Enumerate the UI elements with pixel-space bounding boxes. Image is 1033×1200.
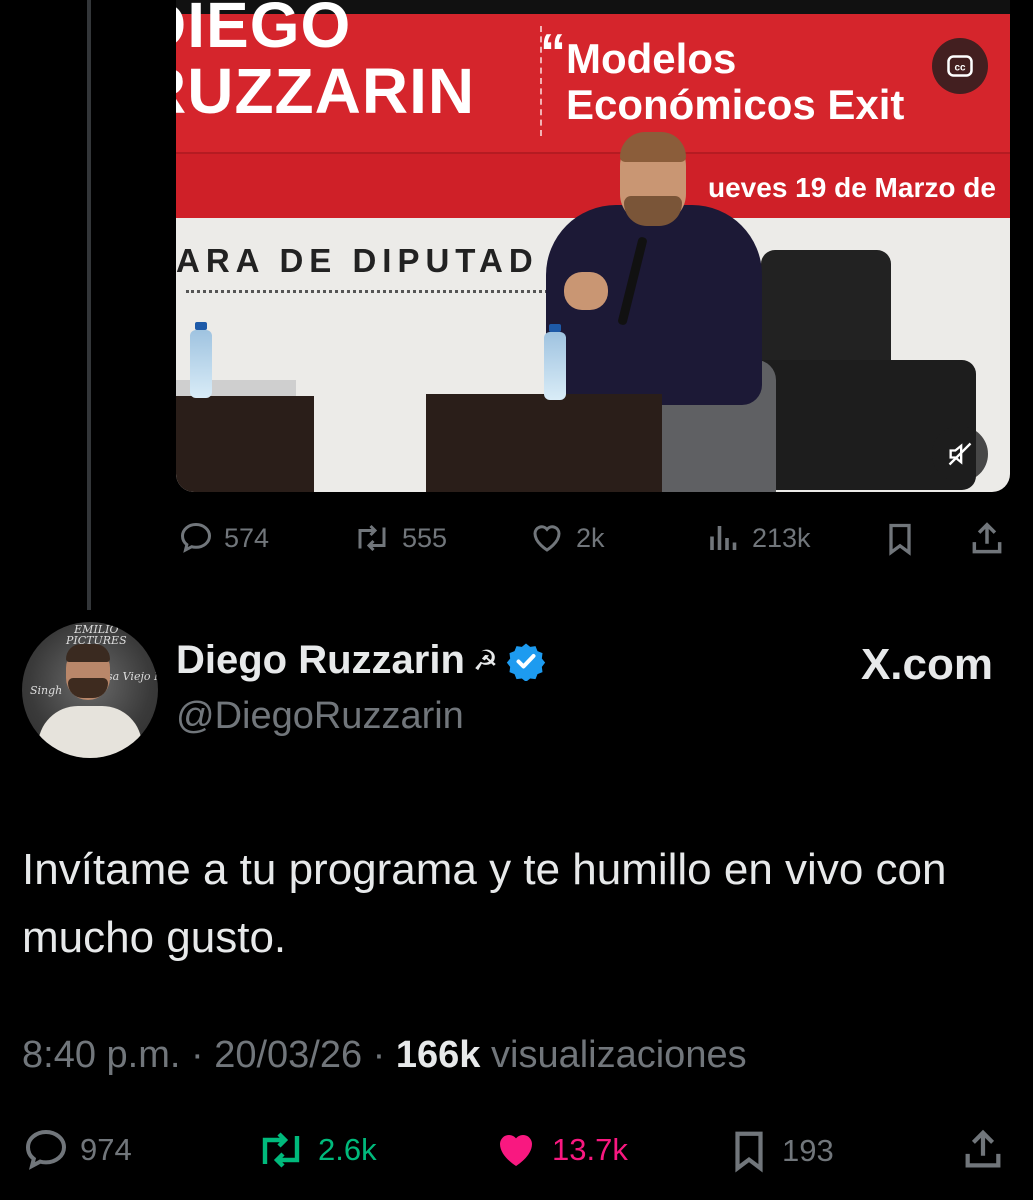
svg-text:cc: cc bbox=[954, 63, 966, 74]
bottle-cap-left bbox=[195, 322, 207, 330]
repost-icon bbox=[262, 1132, 300, 1168]
side-table-left bbox=[176, 396, 314, 492]
banner-title-line1: Modelos bbox=[566, 35, 737, 82]
repost-count: 2.6k bbox=[318, 1132, 377, 1167]
reply-icon bbox=[180, 522, 212, 553]
speaker-hand bbox=[564, 272, 608, 310]
speaker-hair bbox=[620, 132, 686, 162]
quoted-views-count: 213k bbox=[752, 522, 811, 553]
banner-quote-mark: “ bbox=[540, 24, 566, 82]
analytics-icon bbox=[710, 526, 737, 550]
user-handle[interactable]: @DiegoRuzzarin bbox=[176, 695, 464, 738]
banner-dotted-line bbox=[186, 290, 566, 293]
quoted-reply-count: 574 bbox=[224, 522, 270, 553]
banner-speaker-name: DIEGO RUZZARIN bbox=[176, 0, 476, 127]
captions-button[interactable]: cc bbox=[932, 38, 988, 94]
quoted-share-button[interactable] bbox=[968, 520, 1006, 558]
like-count: 13.7k bbox=[552, 1132, 628, 1167]
hammer-sickle-icon: ☭ bbox=[472, 645, 499, 676]
quoted-views-button[interactable]: 213k bbox=[706, 520, 811, 556]
captions-icon: cc bbox=[947, 55, 973, 77]
share-button[interactable] bbox=[960, 1126, 1006, 1174]
banner-date: ueves 19 de Marzo de bbox=[708, 172, 996, 203]
avatar-beard bbox=[68, 678, 108, 698]
bookmark-button[interactable]: 193 bbox=[726, 1126, 834, 1176]
banner-title-line2: Económicos Exit bbox=[566, 81, 905, 128]
share-icon bbox=[972, 522, 1002, 554]
banner-header: DIEGO RUZZARIN “ Modelos Económicos Exit bbox=[176, 0, 1010, 152]
quoted-like-count: 2k bbox=[576, 522, 605, 553]
side-table-center bbox=[426, 394, 662, 492]
views-count: 166k bbox=[395, 1034, 481, 1076]
like-button[interactable]: 13.7k bbox=[490, 1126, 628, 1174]
tweet-text: Invítame a tu programa y te humillo en v… bbox=[22, 845, 947, 962]
quoted-like-button[interactable]: 2k bbox=[528, 520, 605, 556]
thread-connector-line bbox=[87, 0, 91, 610]
banner-venue: ARA DE DIPUTAD bbox=[176, 242, 539, 279]
tweet-meta: 8:40 p.m. · 20/03/26 · 166k visualizacio… bbox=[22, 1034, 747, 1077]
heart-icon bbox=[533, 525, 561, 552]
quoted-repost-count: 555 bbox=[402, 522, 448, 553]
source-label: X.com bbox=[860, 640, 993, 689]
meta-separator: · bbox=[180, 1034, 215, 1076]
bottle-cap-center bbox=[549, 324, 561, 332]
avatar-backdrop-text-left: Singh bbox=[30, 684, 63, 697]
meta-separator: · bbox=[362, 1034, 396, 1076]
tweet-date[interactable]: 20/03/26 bbox=[214, 1034, 362, 1076]
repost-icon bbox=[358, 524, 386, 552]
avatar-backdrop-text-top: EMILIO PICTURES bbox=[66, 623, 127, 647]
avatar[interactable]: EMILIO PICTURES Singh Casa Viejo MA bbox=[22, 622, 158, 758]
tweet-time[interactable]: 8:40 p.m. bbox=[22, 1034, 180, 1076]
water-bottle-center bbox=[544, 332, 566, 400]
quoted-reply-button[interactable]: 574 bbox=[178, 520, 269, 556]
bookmark-count: 193 bbox=[782, 1133, 834, 1168]
banner-event-title: “ Modelos Económicos Exit bbox=[540, 27, 905, 128]
views-label: visualizaciones bbox=[480, 1034, 747, 1076]
reply-button[interactable]: 974 bbox=[22, 1126, 132, 1174]
mute-button[interactable] bbox=[932, 426, 988, 482]
heart-filled-icon bbox=[500, 1135, 532, 1166]
reply-icon bbox=[25, 1129, 67, 1170]
display-name[interactable]: Diego Ruzzarin ☭ bbox=[176, 638, 546, 683]
video-player[interactable]: DIEGO RUZZARIN “ Modelos Económicos Exit… bbox=[176, 0, 1010, 492]
reply-count: 974 bbox=[80, 1132, 132, 1167]
share-icon bbox=[965, 1129, 1001, 1168]
speaker-muted-icon bbox=[948, 442, 972, 466]
bookmark-icon bbox=[889, 523, 911, 556]
verified-badge-icon bbox=[506, 643, 546, 681]
water-bottle-left bbox=[190, 330, 212, 398]
bookmark-icon bbox=[735, 1131, 763, 1173]
quoted-bookmark-button[interactable] bbox=[882, 520, 918, 558]
display-name-text: Diego Ruzzarin bbox=[176, 638, 465, 682]
avatar-body bbox=[38, 706, 142, 758]
repost-button[interactable]: 2.6k bbox=[254, 1126, 377, 1174]
avatar-hair bbox=[66, 644, 110, 662]
quoted-repost-button[interactable]: 555 bbox=[352, 520, 447, 556]
